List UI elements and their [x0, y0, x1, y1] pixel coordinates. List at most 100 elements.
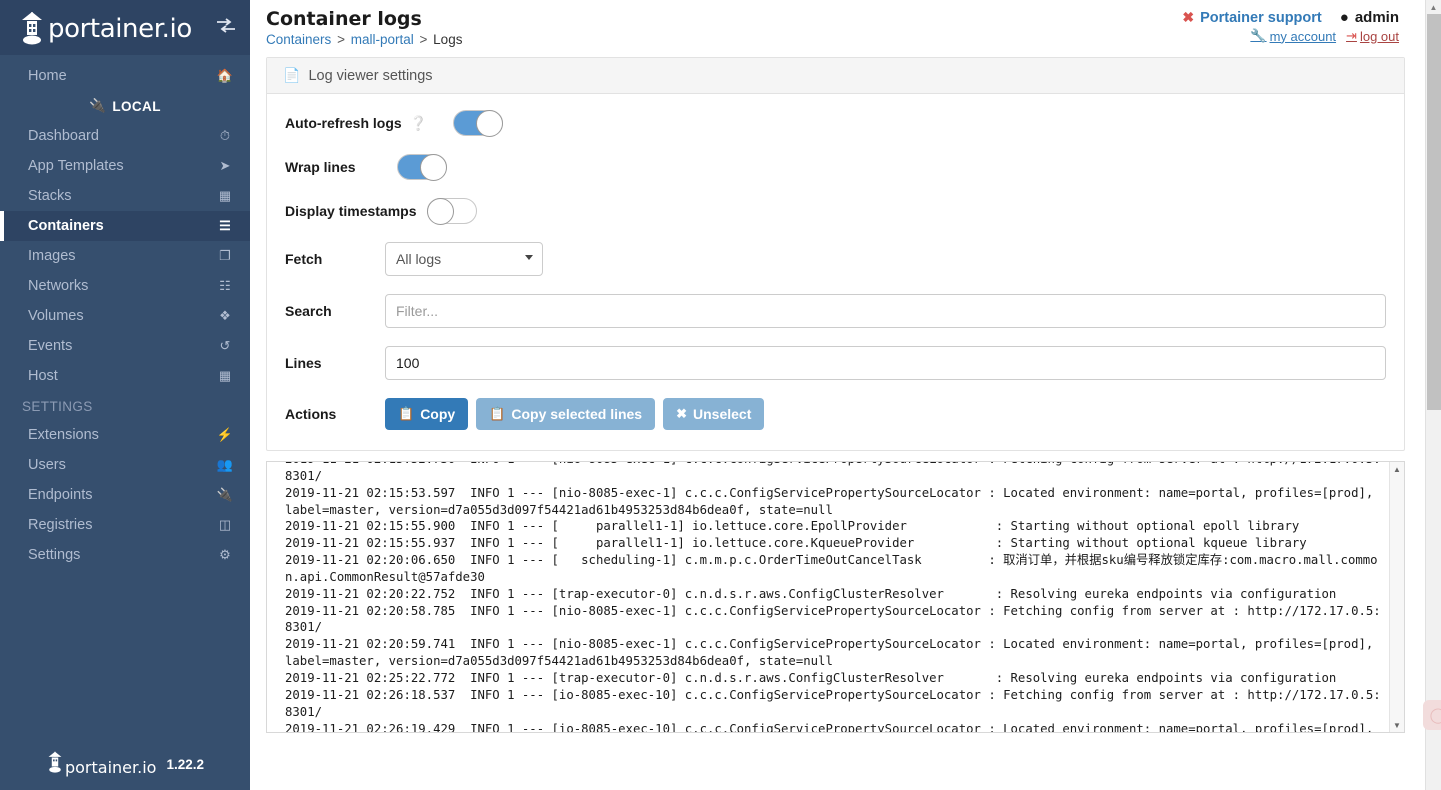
sidebar-footer: portainer.io 1.22.2 [0, 738, 250, 790]
log-line[interactable]: 2019-11-21 02:20:22.752 INFO 1 --- [trap… [285, 586, 1382, 603]
sidebar-item-volumes[interactable]: Volumes ❖ [0, 301, 250, 331]
sidebar-item-label: Events [28, 338, 73, 354]
portainer-logo-icon [46, 751, 64, 778]
sidebar-section-local: 🔌 LOCAL [0, 91, 250, 121]
panel-header: 📄 Log viewer settings [267, 58, 1404, 94]
copy-icon: 📋 [398, 406, 415, 421]
sidebar-item-home[interactable]: Home 🏠 [0, 61, 250, 91]
log-line[interactable]: 2019-11-21 02:20:06.650 INFO 1 --- [ sch… [285, 552, 1382, 586]
breadcrumb-separator: > [337, 32, 345, 47]
log-scroll-area[interactable]: 2019-11-21 02:15:52.730 INFO 1 --- [nio-… [267, 462, 1390, 732]
log-line[interactable]: 2019-11-21 02:26:18.537 INFO 1 --- [io-8… [285, 687, 1382, 721]
sidebar-item-stacks[interactable]: Stacks ▦ [0, 181, 250, 211]
page-header: Container logs Containers > mall-portal … [250, 0, 1441, 57]
copy-button[interactable]: 📋 Copy [385, 398, 469, 430]
breadcrumb-containers[interactable]: Containers [266, 32, 331, 47]
sidebar-item-events[interactable]: Events ↺ [0, 331, 250, 361]
sign-out-icon: ⇥ [1346, 28, 1357, 43]
scroll-down-icon[interactable]: ▼ [1390, 718, 1404, 732]
sidebar-item-label: Volumes [28, 308, 84, 324]
user-circle-icon: ● [1339, 9, 1349, 26]
my-account-link[interactable]: 🔧 my account [1250, 28, 1336, 44]
bolt-icon: ⚡ [216, 427, 234, 442]
scroll-up-icon[interactable]: ▲ [1390, 462, 1404, 476]
display-timestamps-toggle[interactable] [426, 198, 477, 225]
sidebar-item-networks[interactable]: Networks ☷ [0, 271, 250, 301]
auto-refresh-toggle[interactable] [453, 110, 504, 137]
sidebar-item-label: Images [28, 248, 76, 264]
feedback-badge[interactable]: ◯ [1423, 700, 1441, 730]
sidebar-item-label: Endpoints [28, 487, 93, 503]
fetch-row: Fetch All logs [285, 242, 1386, 276]
fetch-select[interactable]: All logs [385, 242, 543, 276]
display-timestamps-label: Display timestamps [285, 203, 417, 219]
logout-link[interactable]: ⇥ log out [1346, 28, 1399, 44]
question-circle-icon[interactable]: ❔ [410, 115, 427, 132]
sidebar-section-local-label: LOCAL [112, 98, 161, 114]
home-icon: 🏠 [216, 68, 234, 83]
sidebar-item-label: Dashboard [28, 128, 99, 144]
sidebar-item-dashboard[interactable]: Dashboard ⏱ [0, 121, 250, 151]
expand-collapse-icon[interactable] [216, 18, 236, 37]
sidebar-item-label: Users [28, 457, 66, 473]
sidebar-section-settings: SETTINGS [22, 399, 93, 414]
sidebar-item-label: Stacks [28, 188, 72, 204]
sidebar-item-users[interactable]: Users 👥 [0, 450, 250, 480]
unselect-button[interactable]: ✖ Unselect [663, 398, 765, 430]
logout-label: log out [1359, 28, 1399, 44]
copy-selected-lines-button[interactable]: 📋 Copy selected lines [476, 398, 656, 430]
log-scrollbar[interactable]: ▲ ▼ [1389, 462, 1404, 732]
cogs-icon: ⚙ [219, 547, 231, 562]
sidebar-item-registries[interactable]: Registries ◫ [0, 510, 250, 540]
lines-row: Lines [285, 346, 1386, 380]
sidebar-item-endpoints[interactable]: Endpoints 🔌 [0, 480, 250, 510]
wrap-lines-toggle[interactable] [397, 154, 447, 181]
sidebar-item-host[interactable]: Host ▦ [0, 361, 250, 391]
log-line[interactable]: 2019-11-21 02:25:22.772 INFO 1 --- [trap… [285, 670, 1382, 687]
log-line[interactable]: 2019-11-21 02:15:55.937 INFO 1 --- [ par… [285, 535, 1382, 552]
log-line[interactable]: 2019-11-21 02:20:59.741 INFO 1 --- [nio-… [285, 636, 1382, 670]
sitemap-icon: ☷ [219, 278, 231, 293]
sidebar-item-extensions[interactable]: Extensions ⚡ [0, 420, 250, 450]
content-wrapper: 📄 Log viewer settings Auto-refresh logs … [250, 57, 1441, 733]
sidebar-item-app-templates[interactable]: App Templates ➤ [0, 151, 250, 181]
log-line[interactable]: 2019-11-21 02:15:55.900 INFO 1 --- [ par… [285, 518, 1382, 535]
toggle-knob [476, 110, 504, 137]
sidebar-header: portainer.io [0, 0, 250, 55]
sidebar-item-settings[interactable]: Settings ⚙ [0, 540, 250, 570]
scroll-up-icon[interactable]: ▲ [1426, 0, 1441, 14]
header-actions: ✖ Portainer support ● admin 🔧 my account [1182, 9, 1399, 44]
log-line[interactable]: 2019-11-21 02:26:19.429 INFO 1 --- [io-8… [285, 721, 1382, 733]
panel-body: Auto-refresh logs ❔ Wrap lines Display t… [267, 94, 1404, 450]
lines-input[interactable] [385, 346, 1386, 380]
breadcrumb-container-name[interactable]: mall-portal [351, 32, 414, 47]
main-content: Container logs Containers > mall-portal … [250, 0, 1441, 790]
display-timestamps-label-group: Display timestamps [285, 203, 417, 219]
current-user-label: admin [1354, 9, 1399, 26]
tachometer-icon: ⏱ [219, 128, 231, 143]
portainer-support-link[interactable]: ✖ Portainer support [1182, 9, 1321, 26]
plug-icon: 🔌 [89, 98, 107, 113]
log-line[interactable]: 2019-11-21 02:15:53.597 INFO 1 --- [nio-… [285, 485, 1382, 519]
copy-selected-lines-label: Copy selected lines [511, 406, 643, 422]
search-input[interactable] [385, 294, 1386, 328]
sidebar-item-containers[interactable]: Containers ☰ [0, 211, 250, 241]
footer-version: 1.22.2 [166, 756, 204, 772]
search-row: Search [285, 294, 1386, 328]
th-list-icon: ▦ [218, 188, 232, 203]
lines-label: Lines [285, 355, 322, 371]
page-scrollbar[interactable]: ▲ [1425, 0, 1441, 790]
auto-refresh-label-group: Auto-refresh logs ❔ [285, 115, 427, 132]
actions-row: Actions 📋 Copy 📋 Copy selected lines ✖ U… [285, 398, 1386, 430]
sidebar-item-images[interactable]: Images ❐ [0, 241, 250, 271]
wrench-icon: 🔧 [1250, 28, 1267, 43]
sidebar-item-label: Host [28, 368, 58, 384]
users-icon: 👥 [216, 457, 234, 472]
portainer-logo-icon [18, 11, 46, 45]
page-scrollbar-thumb[interactable] [1427, 14, 1441, 410]
fetch-label: Fetch [285, 251, 323, 267]
log-line[interactable]: 2019-11-21 02:15:52.730 INFO 1 --- [nio-… [285, 462, 1382, 485]
log-line[interactable]: 2019-11-21 02:20:58.785 INFO 1 --- [nio-… [285, 603, 1382, 637]
breadcrumb-current: Logs [433, 32, 463, 47]
life-ring-icon: ✖ [1182, 9, 1195, 25]
